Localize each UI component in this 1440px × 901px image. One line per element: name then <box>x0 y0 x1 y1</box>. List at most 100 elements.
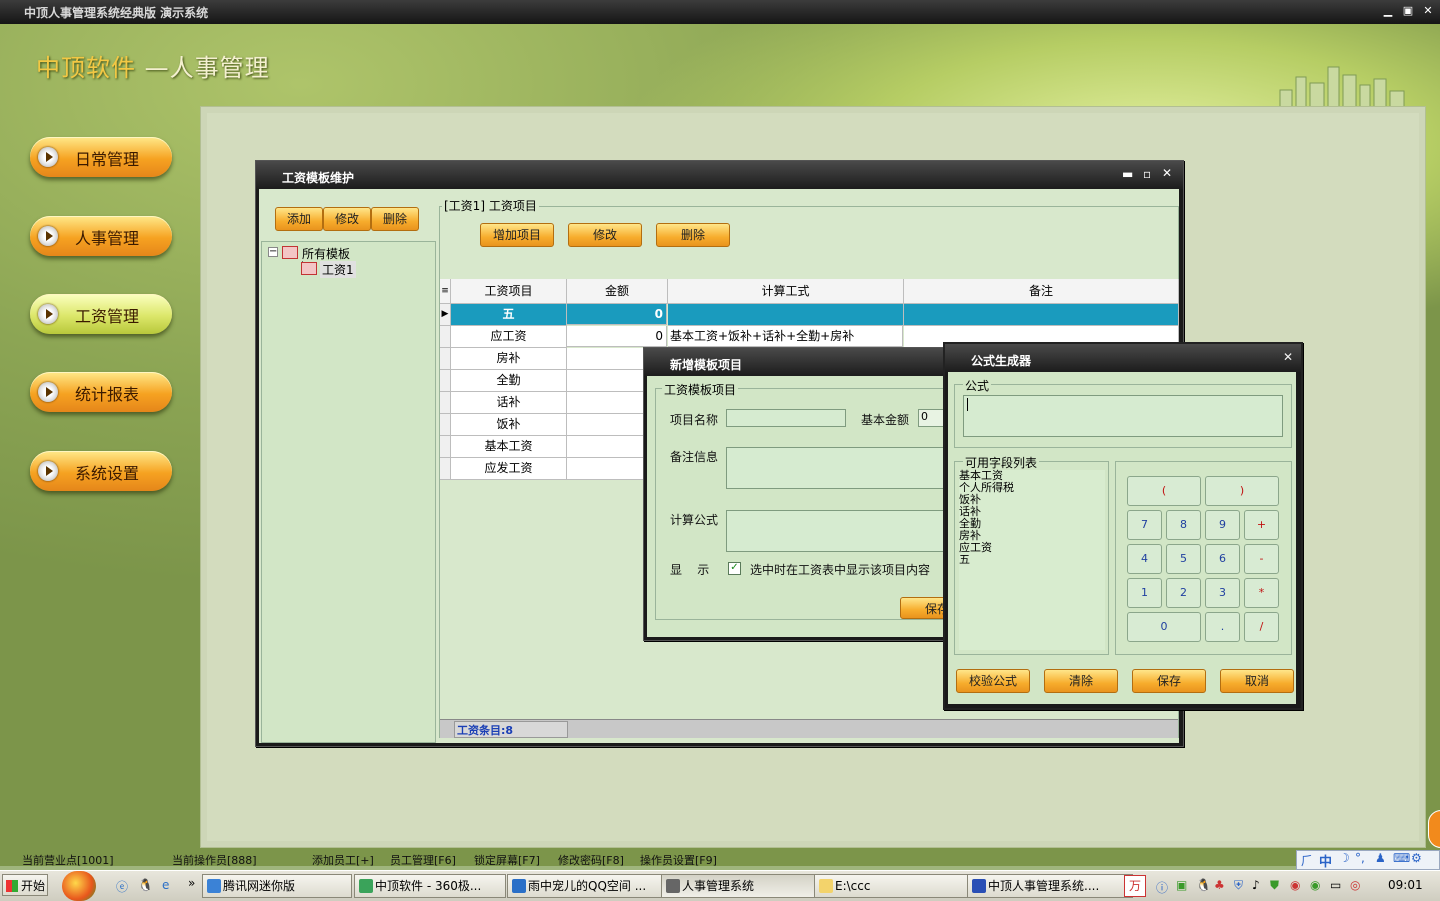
key-close-paren[interactable]: ) <box>1205 476 1279 506</box>
tray-update-icon[interactable]: ◉ <box>1310 878 1320 892</box>
clear-button[interactable]: 清除 <box>1044 669 1118 693</box>
maximize-button[interactable]: ▣ <box>1400 3 1416 19</box>
grid-header-amount[interactable]: 金额 <box>567 279 668 304</box>
moon-icon[interactable]: ☽ <box>1339 851 1350 865</box>
ime-mode[interactable]: 中 <box>1319 851 1332 870</box>
floating-orb-icon[interactable] <box>1428 810 1440 848</box>
key-5[interactable]: 5 <box>1166 544 1201 574</box>
minimize-icon[interactable]: ▬ <box>1122 167 1133 181</box>
grid-header-item[interactable]: 工资项目 <box>451 279 567 304</box>
tray-app-icon[interactable]: ♣ <box>1214 878 1225 892</box>
minimize-button[interactable]: ▁ <box>1380 3 1396 19</box>
edit-item-button[interactable]: 修改 <box>568 223 642 247</box>
cancel-button[interactable]: 取消 <box>1220 669 1294 693</box>
cell-note[interactable] <box>904 304 1179 326</box>
nav-salary-button[interactable]: 工资管理 <box>30 294 172 334</box>
key-divide[interactable]: / <box>1244 612 1279 642</box>
grid-header-formula[interactable]: 计算工式 <box>668 279 904 304</box>
key-6[interactable]: 6 <box>1205 544 1240 574</box>
tray-safe-icon[interactable]: ⛊ <box>1270 878 1279 893</box>
tree-collapse-icon[interactable]: − <box>268 247 278 257</box>
maximize-icon[interactable]: ▫ <box>1143 167 1151 181</box>
more-chevron-icon[interactable]: » <box>188 876 195 890</box>
key-minus[interactable]: - <box>1244 544 1279 574</box>
cell-item[interactable]: 应发工资 <box>451 458 567 480</box>
delete-item-button[interactable]: 删除 <box>656 223 730 247</box>
tray-lock-icon[interactable]: ▣ <box>1176 878 1187 892</box>
keyboard-icon[interactable]: ⌨ <box>1393 851 1410 865</box>
user-icon[interactable]: ♟ <box>1375 851 1386 865</box>
list-item[interactable]: 应工资 <box>959 542 1105 554</box>
template-delete-button[interactable]: 删除 <box>371 207 419 231</box>
nav-daily-button[interactable]: 日常管理 <box>30 137 172 177</box>
fields-list[interactable]: 基本工资 个人所得税 饭补 话补 全勤 房补 应工资 五 <box>959 470 1105 650</box>
task-360[interactable]: 中顶软件 - 360极... <box>354 874 506 898</box>
key-4[interactable]: 4 <box>1127 544 1162 574</box>
key-plus[interactable]: + <box>1244 510 1279 540</box>
settings-icon[interactable]: ⚙ <box>1411 851 1422 865</box>
tray-info-icon[interactable]: ⓘ <box>1156 879 1168 896</box>
ime-toolbar[interactable]: ⺁ 中 ☽ °, ♟ ⌨ ⚙ <box>1296 850 1440 870</box>
close-button[interactable]: ✕ <box>1420 3 1436 19</box>
shortcut-lock-screen[interactable]: 锁定屏幕[F7] <box>474 852 540 868</box>
nav-personnel-button[interactable]: 人事管理 <box>30 216 172 256</box>
add-item-button[interactable]: 增加项目 <box>480 223 554 247</box>
close-icon[interactable]: ✕ <box>1283 350 1293 364</box>
quicklaunch-qq-icon[interactable]: 🐧 <box>138 878 153 892</box>
list-item[interactable]: 五 <box>959 554 1105 566</box>
formula-input[interactable] <box>963 395 1283 437</box>
ime-indicator-icon[interactable]: 万 <box>1124 875 1146 897</box>
key-multiply[interactable]: * <box>1244 578 1279 608</box>
tray-shield-icon[interactable]: ⛨ <box>1234 878 1243 893</box>
start-button[interactable]: 开始 <box>2 874 48 896</box>
tree-child[interactable]: 工资1 <box>320 261 356 278</box>
quicklaunch-ie-icon[interactable]: ⓔ <box>116 878 128 895</box>
task-hr-system[interactable]: 人事管理系统 <box>661 874 829 898</box>
cell-item[interactable]: 饭补 <box>451 414 567 436</box>
tray-qq-icon[interactable]: 🐧 <box>1196 878 1211 892</box>
key-open-paren[interactable]: ( <box>1127 476 1201 506</box>
cell-amount[interactable]: 0 <box>567 304 667 325</box>
cell-item[interactable]: 五 <box>451 304 567 326</box>
nav-reports-button[interactable]: 统计报表 <box>30 372 172 412</box>
show-checkbox[interactable]: ✓ <box>728 562 741 575</box>
grid-header-note[interactable]: 备注 <box>904 279 1179 304</box>
tray-antivirus-icon[interactable]: ◎ <box>1350 878 1360 892</box>
quicklaunch-browser-icon[interactable]: e <box>162 878 169 892</box>
shortcut-change-password[interactable]: 修改密码[F8] <box>558 852 624 868</box>
template-edit-button[interactable]: 修改 <box>323 207 371 231</box>
task-qzone[interactable]: 雨中宠儿的QQ空间 ... <box>507 874 669 898</box>
browser-ball-icon[interactable] <box>62 871 96 901</box>
shortcut-employee-mgmt[interactable]: 员工管理[F6] <box>390 852 456 868</box>
cell-item[interactable]: 房补 <box>451 348 567 370</box>
cell-item[interactable]: 全勤 <box>451 370 567 392</box>
check-formula-button[interactable]: 校验公式 <box>956 669 1030 693</box>
key-dot[interactable]: . <box>1205 612 1240 642</box>
close-icon[interactable]: ✕ <box>1162 166 1172 180</box>
shortcut-add-employee[interactable]: 添加员工[+] <box>312 852 374 868</box>
key-1[interactable]: 1 <box>1127 578 1162 608</box>
cell-item[interactable]: 应工资 <box>451 326 567 348</box>
formula-field[interactable] <box>726 510 964 552</box>
punctuation-icon[interactable]: °, <box>1355 851 1365 865</box>
tray-volume-icon[interactable]: ♪ <box>1252 878 1260 892</box>
tree-root[interactable]: 所有模板 <box>302 245 350 262</box>
cell-item[interactable]: 基本工资 <box>451 436 567 458</box>
nav-settings-button[interactable]: 系统设置 <box>30 451 172 491</box>
tray-clock[interactable]: 09:01 <box>1388 878 1423 892</box>
tray-network-icon[interactable]: ◉ <box>1290 878 1300 892</box>
key-0[interactable]: 0 <box>1127 612 1201 642</box>
tray-monitor-icon[interactable]: ▭ <box>1330 878 1341 892</box>
task-tencent[interactable]: 腾讯网迷你版 <box>202 874 352 898</box>
save-button[interactable]: 保存 <box>1132 669 1206 693</box>
item-name-field[interactable] <box>726 409 846 427</box>
note-field[interactable] <box>726 447 964 489</box>
cell-amount[interactable]: 0 <box>567 326 667 347</box>
cell-formula[interactable]: 基本工资+饭补+话补+全勤+房补 <box>668 326 903 347</box>
key-3[interactable]: 3 <box>1205 578 1240 608</box>
task-folder[interactable]: E:\ccc <box>814 874 982 898</box>
task-word[interactable]: 中顶人事管理系统.... <box>967 874 1133 898</box>
cell-formula[interactable] <box>668 304 904 326</box>
template-add-button[interactable]: 添加 <box>275 207 323 231</box>
key-9[interactable]: 9 <box>1205 510 1240 540</box>
